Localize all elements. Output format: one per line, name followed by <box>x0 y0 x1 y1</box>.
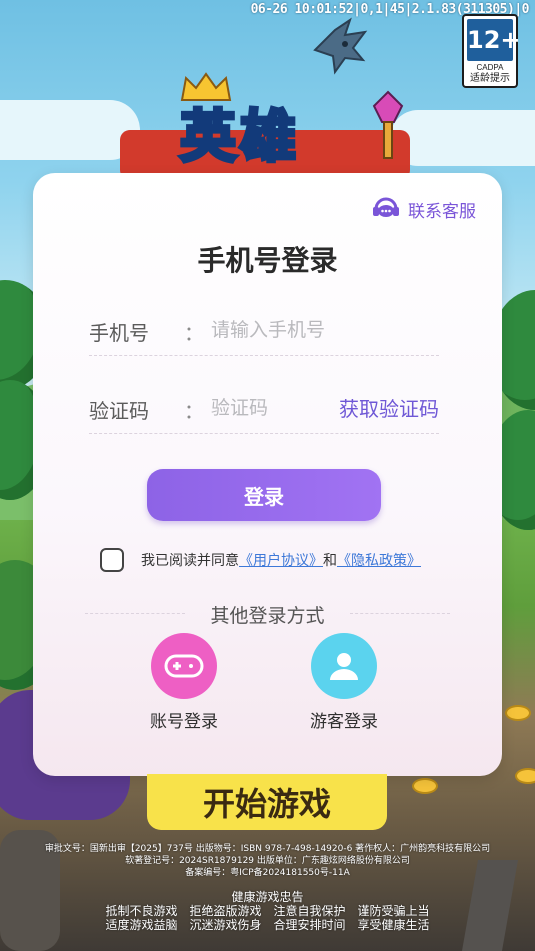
gem-staff-icon <box>372 90 404 159</box>
gamepad-icon <box>164 654 204 678</box>
agreement-row: 我已阅读并同意 《用户协议》 和 《隐私政策》 <box>100 548 421 572</box>
phone-input[interactable] <box>209 313 413 347</box>
legal-icp-line: 备案编号：粤ICP备2024181550号-11A <box>185 868 350 878</box>
get-code-button[interactable]: 获取验证码 <box>339 393 439 422</box>
guest-login-circle <box>311 633 377 699</box>
health-advice-item: 享受健康生活 <box>357 918 430 932</box>
guest-login-label: 游客登录 <box>310 712 378 732</box>
headset-chat-icon <box>373 197 399 217</box>
contact-support-label: 联系客服 <box>408 201 476 222</box>
agreement-and: 和 <box>323 553 337 569</box>
login-button[interactable]: 登录 <box>147 469 381 521</box>
coin <box>505 705 531 721</box>
account-login-label: 账号登录 <box>150 712 218 732</box>
contact-support-button[interactable]: 联系客服 <box>370 195 476 223</box>
age-rating-org: CADPA <box>476 63 504 72</box>
other-login-title: 其他登录方式 <box>210 605 325 627</box>
logo-title: 英雄 <box>178 103 300 172</box>
health-advice-item: 适度游戏益脑 <box>105 918 178 932</box>
legal-copyright-line: 软著登记号：2024SR1879129 出版单位：广东趣炫网络股份有限公司 <box>125 856 410 866</box>
code-input[interactable] <box>209 391 323 425</box>
phone-colon: ： <box>184 321 204 345</box>
agreement-prefix: 我已阅读并同意 <box>141 553 239 569</box>
legal-approval-line: 审批文号：国新出审【2025】737号 出版物号：ISBN 978-7-498-… <box>44 844 491 854</box>
code-field: 验证码 ： 获取验证码 <box>89 383 439 434</box>
coin <box>515 768 535 784</box>
account-login-button[interactable]: 账号登录 <box>129 633 239 732</box>
privacy-policy-link[interactable]: 《隐私政策》 <box>337 550 421 570</box>
account-login-circle <box>151 633 217 699</box>
phone-label: 手机号 <box>89 321 149 345</box>
health-advice-item: 合理安排时间 <box>273 918 346 932</box>
code-colon: ： <box>184 399 204 423</box>
age-rating-tip: 适龄提示 <box>470 73 510 84</box>
coin <box>412 778 438 794</box>
user-icon <box>330 653 358 680</box>
cloud <box>0 100 140 160</box>
health-advice-item: 沉迷游戏伤身 <box>189 918 262 932</box>
login-card: 联系客服 手机号登录 手机号 ： 验证码 ： 获取验证码 登录 我已阅读并同意 … <box>33 173 502 776</box>
guest-login-button[interactable]: 游客登录 <box>289 633 399 732</box>
phone-field: 手机号 ： <box>89 305 439 356</box>
age-rating: 12+ <box>467 19 521 61</box>
agreement-checkbox[interactable] <box>100 548 124 572</box>
game-logo: 英雄 <box>120 70 420 180</box>
code-label: 验证码 <box>89 399 149 423</box>
user-agreement-link[interactable]: 《用户协议》 <box>239 550 323 570</box>
page-title: 手机号登录 <box>197 244 338 277</box>
start-game-button[interactable]: 开始游戏 <box>147 774 387 830</box>
health-advice-row-2: 适度游戏益脑 沉迷游戏伤身 合理安排时间 享受健康生活 <box>0 916 535 933</box>
age-rating-badge[interactable]: 12+ CADPA 适龄提示 <box>462 14 521 88</box>
